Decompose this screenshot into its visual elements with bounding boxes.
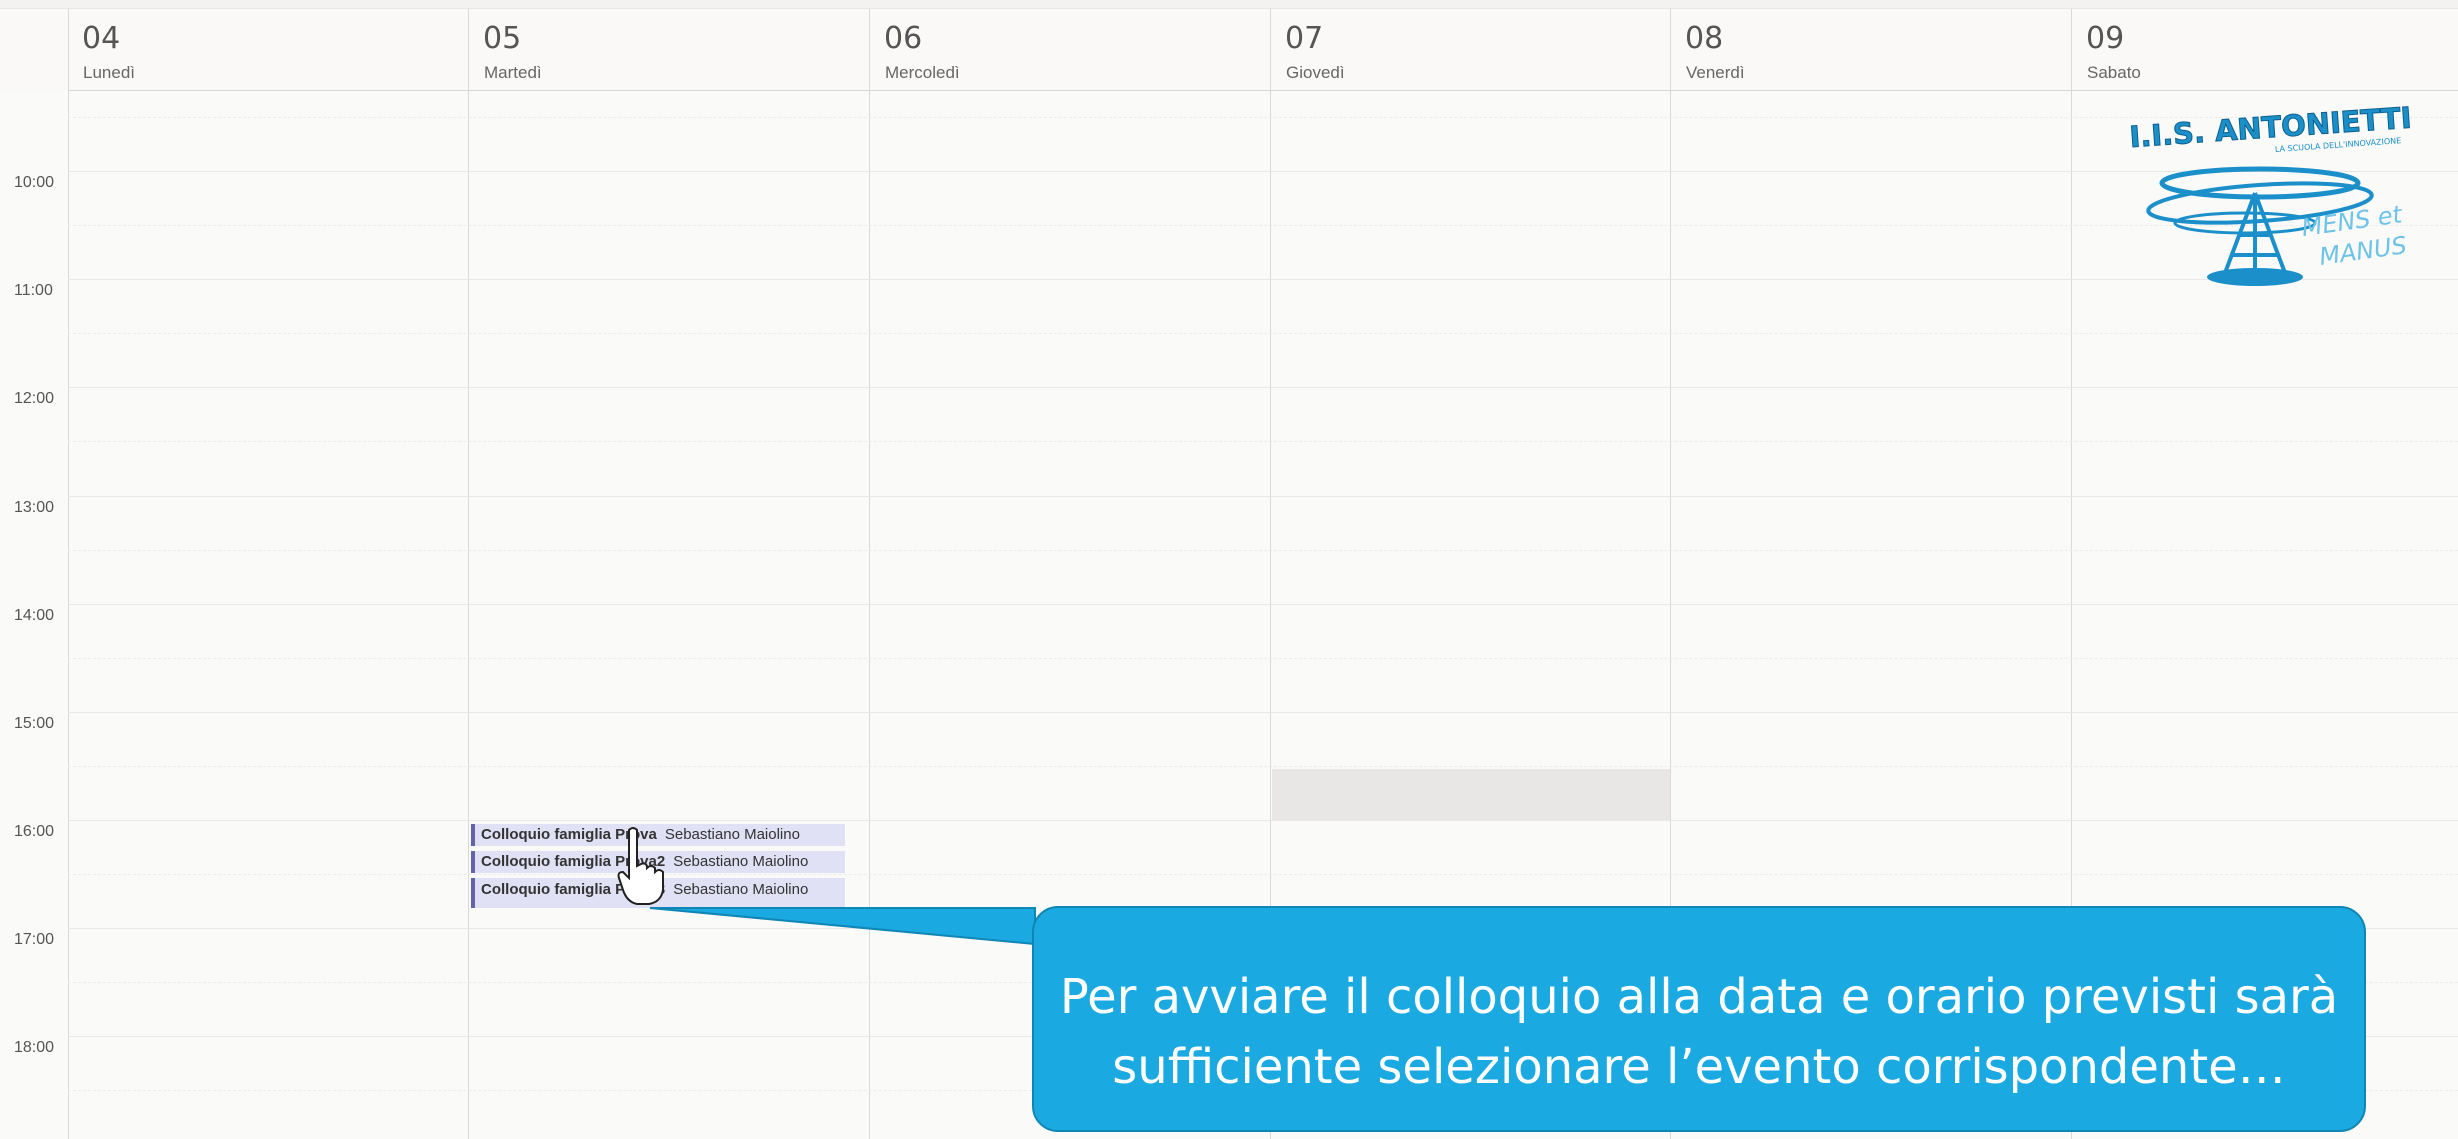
callout-line-1: Per avviare il colloquio alla data e ora… xyxy=(1059,969,2339,1025)
hand-cursor-icon xyxy=(617,827,664,905)
callout-line-2: sufficiente selezionare l’evento corrisp… xyxy=(1112,1039,2286,1095)
instruction-callout: Per avviare il colloquio alla data e ora… xyxy=(1032,906,2366,1132)
